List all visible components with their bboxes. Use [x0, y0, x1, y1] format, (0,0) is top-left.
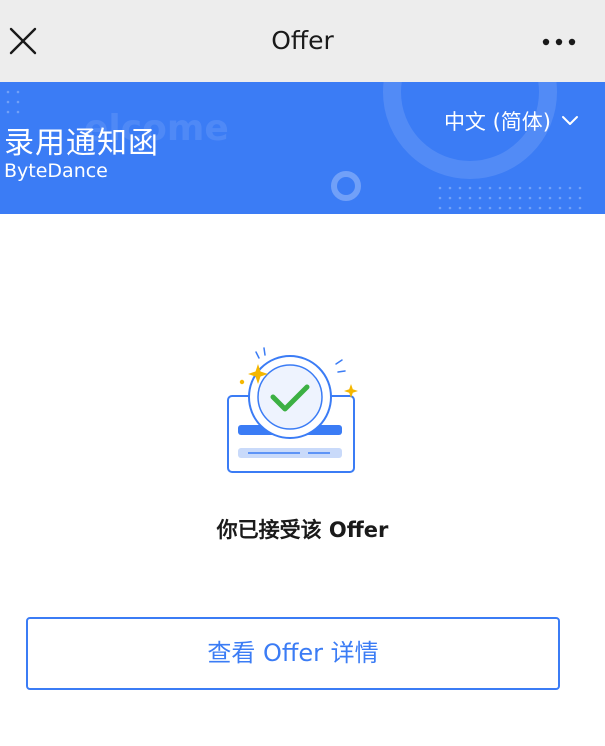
more-dots-icon[interactable]	[541, 32, 577, 52]
view-offer-details-button[interactable]: 查看 Offer 详情	[26, 617, 560, 690]
chevron-down-icon	[562, 116, 578, 125]
main-content: 你已接受该 Offer 查看 Offer 详情	[0, 214, 605, 746]
company-name: ByteDance	[4, 160, 108, 182]
acceptance-status: 你已接受该 Offer	[216, 518, 389, 542]
title-bar: Offer	[0, 0, 605, 82]
offer-banner: elcome 录用通知函 ByteDance 中文 (简体)	[0, 82, 605, 214]
page-title: Offer	[271, 26, 334, 55]
language-label: 中文 (简体)	[443, 110, 551, 134]
language-selector[interactable]: 中文 (简体)	[444, 106, 579, 136]
check-badge-icon	[227, 347, 358, 473]
offer-heading: 录用通知函	[4, 126, 159, 161]
